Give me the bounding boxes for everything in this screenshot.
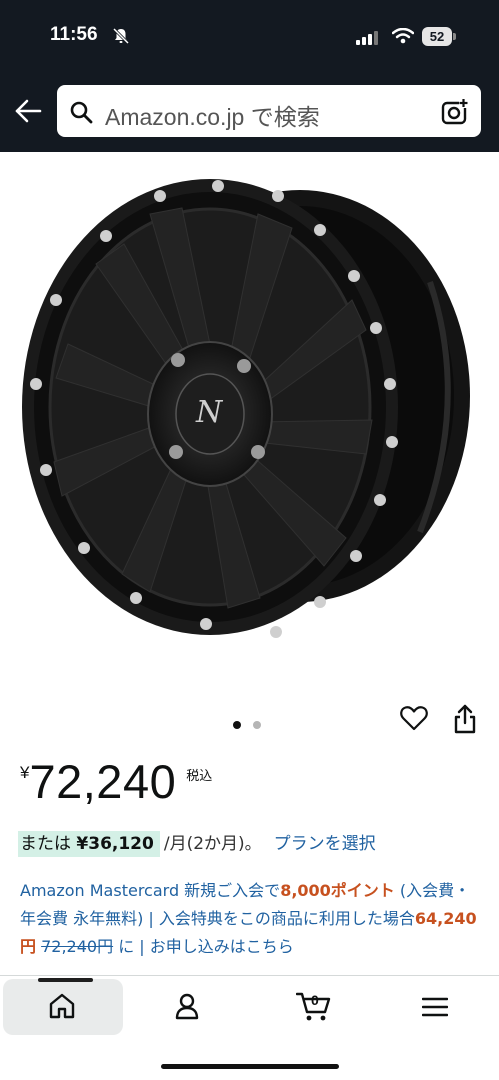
bell-muted-icon (112, 27, 130, 49)
cart-count: 0 (311, 992, 319, 1008)
home-indicator[interactable] (161, 1064, 339, 1069)
account-icon[interactable] (173, 992, 201, 1024)
battery-indicator: 52 (422, 27, 452, 46)
installment-period: /月(2か月)。 (163, 834, 262, 854)
svg-text:N: N (195, 395, 224, 430)
menu-icon[interactable] (421, 996, 449, 1022)
carousel-dot[interactable] (253, 721, 262, 729)
wifi-icon (391, 27, 415, 48)
promo-text-1: Amazon Mastercard 新規ご入会で (20, 881, 281, 900)
mastercard-promo-link[interactable]: Amazon Mastercard 新規ご入会で8,000ポイント (入会費・年… (20, 877, 482, 961)
carousel-dots[interactable] (233, 714, 268, 733)
nav-active-indicator (38, 978, 93, 982)
installment-prefix: または (20, 834, 71, 854)
cellular-signal-icon (356, 30, 380, 49)
promo-original-price: 72,240円 (41, 937, 114, 956)
battery-tip (453, 33, 456, 40)
select-plan-link[interactable]: プランを選択 (274, 834, 376, 854)
status-time: 11:56 (50, 24, 98, 45)
installment-highlight: または ¥36,120 (18, 831, 160, 857)
promo-points: 8,000ポイント (280, 881, 395, 900)
home-icon[interactable] (48, 992, 76, 1024)
product-image[interactable]: N (0, 152, 499, 700)
price-value: 72,240 (29, 755, 177, 808)
price: ¥72,240 税込 (20, 754, 212, 809)
back-arrow-icon[interactable] (14, 98, 42, 128)
promo-text-3: に | お申し込みはこちら (113, 937, 294, 956)
price-symbol: ¥ (20, 763, 30, 782)
camera-search-icon[interactable] (441, 98, 469, 130)
wheel-image: N (22, 179, 470, 638)
search-input[interactable]: Amazon.co.jp で検索 (57, 85, 481, 137)
carousel-dot-active[interactable] (233, 721, 241, 729)
search-icon (69, 100, 93, 128)
tax-label: 税込 (186, 769, 213, 784)
installment-row: または ¥36,120/月(2か月)。 プランを選択 (18, 829, 376, 857)
heart-icon[interactable] (400, 705, 428, 735)
status-bar: 11:56 52 (0, 0, 499, 74)
search-placeholder: Amazon.co.jp で検索 (105, 104, 320, 130)
search-header: Amazon.co.jp で検索 (0, 74, 499, 152)
share-icon[interactable] (452, 704, 478, 738)
cart-icon[interactable]: 0 (295, 988, 332, 1026)
installment-amount: ¥36,120 (76, 834, 154, 854)
